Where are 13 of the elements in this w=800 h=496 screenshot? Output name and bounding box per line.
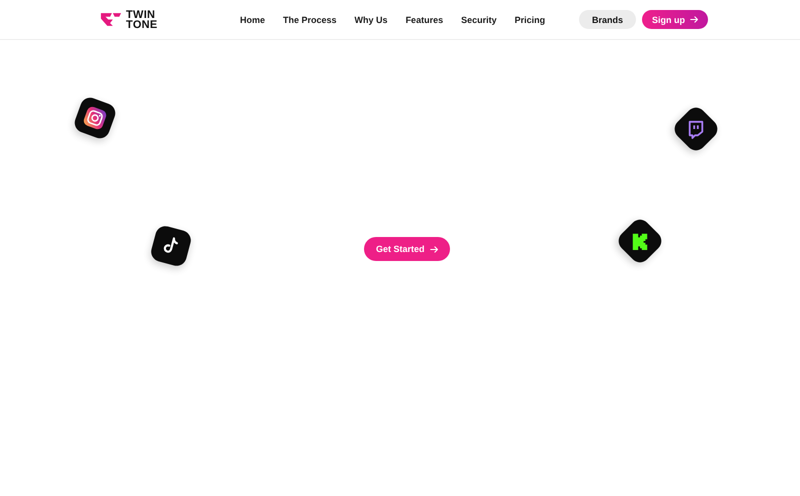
logo-text: TWIN TONE xyxy=(126,10,158,30)
sign-up-button[interactable]: Sign up xyxy=(642,10,708,29)
nav-link[interactable]: The Process xyxy=(283,14,337,24)
logo-icon xyxy=(100,12,122,27)
nav-link[interactable]: Features xyxy=(406,14,444,24)
nav-link[interactable]: Pricing xyxy=(514,14,546,24)
arrow-icon xyxy=(690,15,699,24)
get-started-button[interactable]: Get Started xyxy=(364,237,450,261)
nav-link[interactable]: Why Us xyxy=(354,14,388,24)
arrow-icon xyxy=(430,244,439,254)
nav-link[interactable]: Home xyxy=(240,14,266,24)
brands-button[interactable]: Brands xyxy=(578,10,636,29)
nav-link[interactable]: Security xyxy=(461,14,497,24)
